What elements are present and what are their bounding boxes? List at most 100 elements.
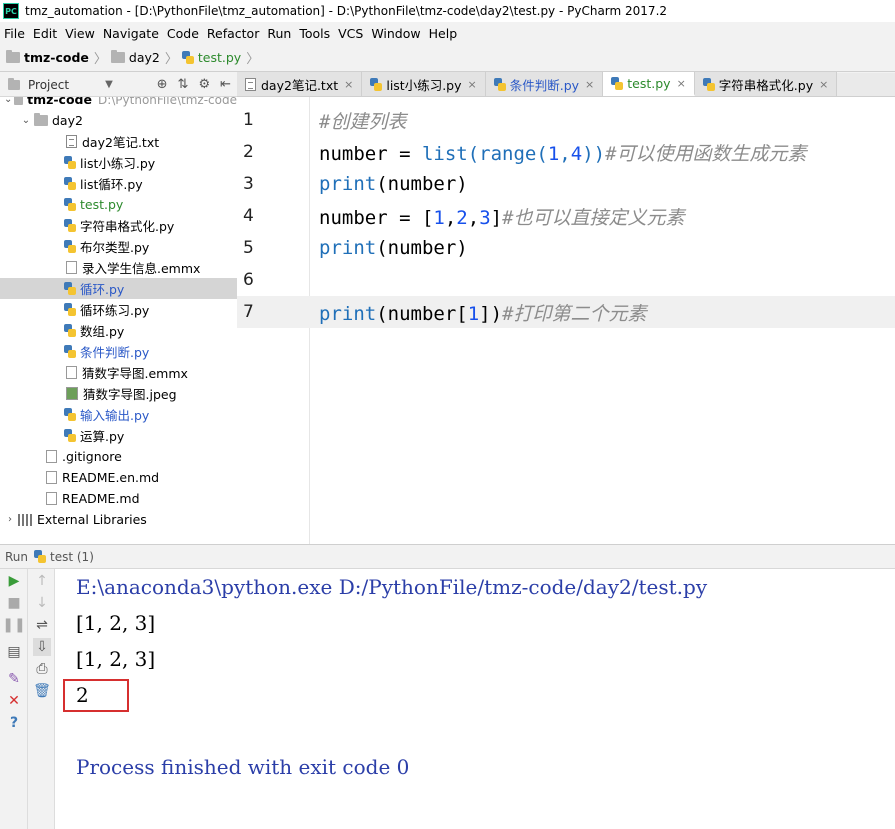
menu-navigate[interactable]: Navigate [103, 26, 159, 41]
code-builtin: print [319, 302, 377, 325]
tree-item-label: test.py [80, 197, 124, 212]
tab-list-exercise[interactable]: list小练习.py × [362, 72, 486, 96]
python-file-icon [64, 324, 76, 337]
python-file-icon [64, 198, 76, 211]
editor-tab-bar: day2笔记.txt × list小练习.py × 条件判断.py × test… [237, 72, 895, 97]
hide-panel-icon[interactable]: ⇤ [220, 77, 231, 92]
chevron-down-icon[interactable]: ⌄ [20, 115, 32, 126]
tree-item[interactable]: 猜数字导图.emmx [0, 362, 237, 383]
project-view-selector[interactable]: Project [28, 78, 69, 92]
tree-item-label: 输入输出.py [80, 408, 150, 423]
code-token: , [444, 206, 457, 229]
code-line[interactable]: 6 [237, 264, 895, 296]
layout-icon[interactable]: ▤ [5, 643, 23, 661]
code-line-current[interactable]: 7 print(number[1])#打印第二个元素 [237, 296, 895, 328]
tree-folder-day2[interactable]: ⌄ day2 [0, 110, 237, 131]
tree-item[interactable]: 条件判断.py [0, 341, 237, 362]
code-number: 2 [456, 206, 468, 229]
line-number: 7 [243, 302, 254, 322]
tree-item[interactable]: list循环.py [0, 173, 237, 194]
collapse-icon[interactable]: ⇅ [178, 77, 189, 92]
file-icon [66, 366, 77, 379]
code-token: ] [490, 206, 503, 229]
scroll-to-end-icon[interactable]: ⇩ [33, 638, 51, 656]
tree-item[interactable]: list小练习.py [0, 152, 237, 173]
project-panel-header: Project ▼ ⊕ ⇅ ⚙ ⇤ [0, 73, 237, 97]
breadcrumb-file[interactable]: test.py [181, 50, 241, 65]
chevron-right-icon: 〉 [93, 52, 107, 67]
close-icon[interactable]: × [677, 77, 686, 90]
tree-item[interactable]: .gitignore [0, 446, 237, 467]
code-comment: #打印第二个元素 [502, 302, 647, 325]
tree-root[interactable]: ⌄ tmz-code D:\PythonFile\tmz-code [0, 97, 237, 110]
breadcrumb-project[interactable]: tmz-code [6, 50, 89, 65]
menu-view[interactable]: View [65, 26, 95, 41]
chevron-down-icon[interactable]: ⌄ [4, 97, 12, 105]
code-line[interactable]: 4 number = [1,2,3]#也可以直接定义元素 [237, 200, 895, 232]
tree-item-label: 布尔类型.py [80, 240, 150, 255]
close-icon[interactable]: × [585, 78, 594, 91]
arrow-down-icon[interactable]: ↓ [33, 594, 51, 612]
menu-help[interactable]: Help [429, 26, 458, 41]
tree-item[interactable]: 录入学生信息.emmx [0, 257, 237, 278]
chevron-right-icon[interactable]: › [4, 514, 16, 525]
tree-item[interactable]: 字符串格式化.py [0, 215, 237, 236]
tab-test-py[interactable]: test.py × [603, 72, 695, 96]
tab-day2-notes[interactable]: day2笔记.txt × [237, 72, 363, 96]
menu-code[interactable]: Code [167, 26, 199, 41]
breadcrumb-project-label: tmz-code [24, 50, 89, 65]
tree-item[interactable]: README.en.md [0, 467, 237, 488]
arrow-up-icon[interactable]: ↑ [33, 572, 51, 590]
run-console[interactable]: E:\anaconda3\python.exe D:/PythonFile/tm… [55, 569, 895, 829]
close-icon[interactable]: × [344, 78, 353, 91]
tree-item-selected[interactable]: 循环.py [0, 278, 237, 299]
tree-item-label: 猜数字导图.jpeg [83, 387, 177, 402]
tree-item[interactable]: 猜数字导图.jpeg [0, 383, 237, 404]
python-file-icon [64, 429, 76, 442]
pause-icon[interactable]: ❚❚ [2, 616, 25, 634]
help-icon[interactable]: ? [5, 714, 23, 732]
line-number: 6 [243, 270, 254, 290]
code-token: number = [319, 142, 422, 165]
tree-item[interactable]: 数组.py [0, 320, 237, 341]
stop-icon[interactable]: ■ [5, 594, 23, 612]
tree-item[interactable]: 循环练习.py [0, 299, 237, 320]
tab-string-format[interactable]: 字符串格式化.py × [694, 72, 838, 96]
menu-edit[interactable]: Edit [33, 26, 57, 41]
menu-window[interactable]: Window [371, 26, 420, 41]
run-config-tab[interactable]: test (1) [50, 550, 94, 564]
code-line[interactable]: 2 number = list(range(1,4))#可以使用函数生成元素 [237, 136, 895, 168]
code-token: number = [ [319, 206, 434, 229]
code-line[interactable]: 3 print(number) [237, 168, 895, 200]
code-editor[interactable]: 1 #创建列表 2 number = list(range(1,4))#可以使用… [237, 97, 895, 544]
code-line[interactable]: 1 #创建列表 [237, 104, 895, 136]
pin-icon[interactable]: ✎ [5, 670, 23, 688]
play-icon[interactable]: ▶ [5, 572, 23, 590]
locate-icon[interactable]: ⊕ [157, 77, 168, 92]
code-builtin: list [421, 142, 468, 165]
tree-item[interactable]: README.md [0, 488, 237, 509]
tree-item[interactable]: day2笔记.txt [0, 131, 237, 152]
print-icon[interactable]: ⎙ [33, 660, 51, 678]
tree-item[interactable]: 运算.py [0, 425, 237, 446]
menu-file[interactable]: File [4, 26, 25, 41]
trash-icon[interactable]: 🗑 [33, 682, 51, 700]
tree-item[interactable]: 输入输出.py [0, 404, 237, 425]
menu-run[interactable]: Run [267, 26, 291, 41]
tab-condition[interactable]: 条件判断.py × [485, 72, 604, 96]
breadcrumb-folder[interactable]: day2 [110, 50, 160, 65]
tree-item[interactable]: test.py [0, 194, 237, 215]
close-icon[interactable]: ✕ [5, 692, 23, 710]
menu-refactor[interactable]: Refactor [207, 26, 259, 41]
close-icon[interactable]: × [819, 78, 828, 91]
soft-wrap-icon[interactable]: ⇌ [33, 616, 51, 634]
tree-item[interactable]: 布尔类型.py [0, 236, 237, 257]
code-comment: #可以使用函数生成元素 [605, 142, 807, 165]
menu-tools[interactable]: Tools [299, 26, 330, 41]
code-line[interactable]: 5 print(number) [237, 232, 895, 264]
close-icon[interactable]: × [468, 78, 477, 91]
chevron-down-icon[interactable]: ▼ [105, 79, 113, 90]
tree-external-libraries[interactable]: › External Libraries [0, 509, 237, 530]
gear-icon[interactable]: ⚙ [198, 77, 210, 92]
menu-vcs[interactable]: VCS [338, 26, 363, 41]
